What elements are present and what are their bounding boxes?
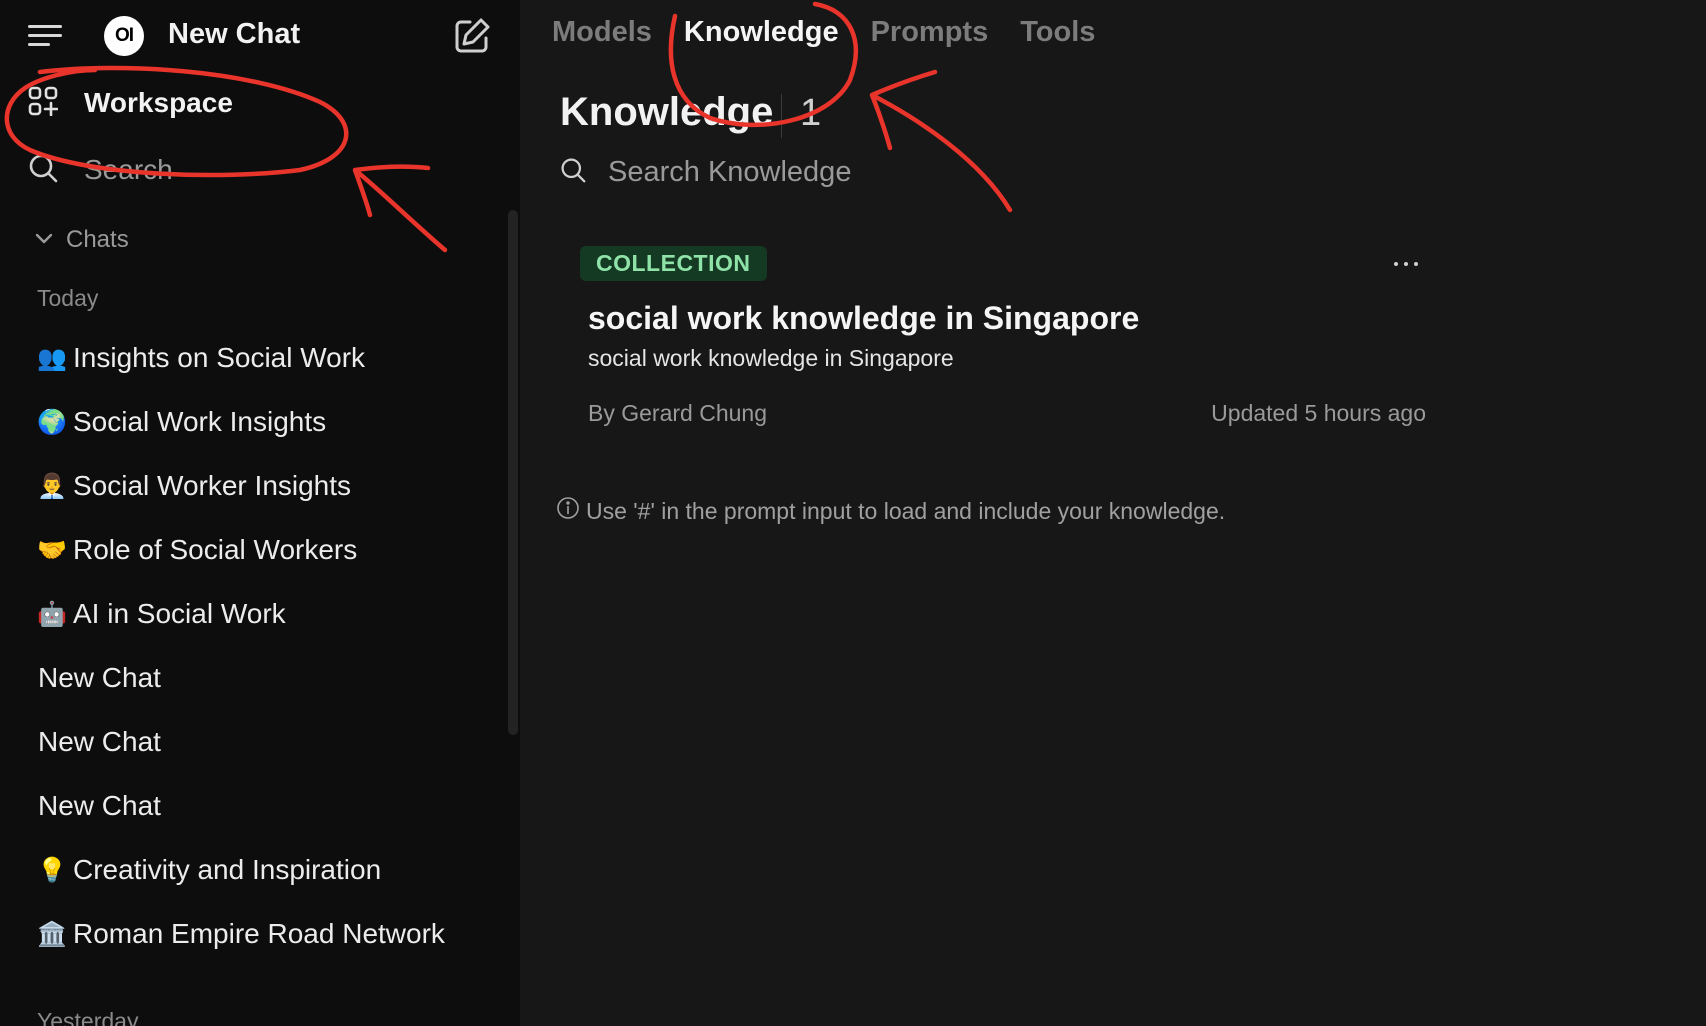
card-title: social work knowledge in Singapore	[588, 300, 1140, 336]
chat-title: Social Worker Insights	[73, 470, 352, 501]
chat-emoji: 🤖	[37, 600, 67, 628]
sidebar-item-label: Search	[84, 154, 173, 185]
chat-emoji: 👨‍💼	[37, 472, 67, 500]
sidebar-item-label: Workspace	[84, 87, 233, 118]
chat-emoji: 👥	[37, 344, 67, 372]
sidebar-scrollbar[interactable]	[508, 210, 518, 735]
chats-section-label: Chats	[66, 226, 129, 253]
card-author: By Gerard Chung	[588, 400, 767, 426]
chat-item[interactable]: New Chat	[38, 717, 161, 767]
search-icon	[28, 153, 58, 188]
new-chat-title[interactable]: New Chat	[168, 18, 300, 51]
edit-icon[interactable]	[452, 16, 492, 56]
chat-emoji: 🏛️	[37, 920, 67, 948]
chat-title: New Chat	[38, 726, 161, 757]
workspace-main: Models Knowledge Prompts Tools Knowledge…	[520, 0, 1706, 1026]
grid-plus-icon	[28, 86, 59, 121]
chat-emoji: 🌍	[37, 408, 67, 436]
card-updated: Updated 5 hours ago	[1211, 400, 1426, 426]
group-label-yesterday: Yesterday	[37, 1008, 139, 1026]
chat-title: Creativity and Inspiration	[73, 854, 382, 885]
knowledge-search	[560, 156, 1328, 189]
app-window: OI New Chat Workspace Search Chats Today…	[0, 0, 1706, 1026]
chat-title: Insights on Social Work	[73, 342, 366, 373]
chats-section-toggle[interactable]: Chats	[34, 226, 129, 254]
chat-item[interactable]: 👥 Insights on Social Work	[37, 333, 365, 383]
sidebar: OI New Chat Workspace Search Chats Today…	[0, 0, 520, 1026]
tab-prompts[interactable]: Prompts	[871, 16, 989, 49]
chat-item[interactable]: New Chat	[38, 781, 161, 831]
group-label-today: Today	[37, 285, 99, 311]
menu-icon[interactable]	[28, 22, 62, 50]
chat-emoji: 🤝	[37, 536, 67, 564]
chat-title: New Chat	[38, 790, 161, 821]
chat-item[interactable]: 👨‍💼 Social Worker Insights	[37, 461, 351, 511]
chat-item[interactable]: 💡 Creativity and Inspiration	[37, 845, 381, 895]
tab-knowledge[interactable]: Knowledge	[684, 16, 839, 49]
chat-emoji: 💡	[37, 856, 67, 884]
chevron-down-icon	[34, 231, 54, 250]
sidebar-item-search[interactable]: Search	[28, 145, 173, 195]
knowledge-hint: Use '#' in the prompt input to load and …	[556, 496, 1225, 526]
sidebar-item-workspace[interactable]: Workspace	[28, 78, 233, 128]
chat-item[interactable]: 🤖 AI in Social Work	[37, 589, 286, 639]
chat-title: AI in Social Work	[73, 598, 286, 629]
card-description: social work knowledge in Singapore	[588, 345, 954, 371]
tab-tools[interactable]: Tools	[1020, 16, 1095, 49]
chat-title: Social Work Insights	[73, 406, 327, 437]
search-input[interactable]	[608, 156, 1328, 189]
chat-item[interactable]: New Chat	[38, 653, 161, 703]
app-logo: OI	[104, 16, 144, 56]
chat-item[interactable]: 🤝 Role of Social Workers	[37, 525, 357, 575]
title-divider	[781, 94, 782, 138]
collection-badge: COLLECTION	[580, 246, 767, 281]
search-icon	[560, 157, 586, 188]
chat-title: Roman Empire Road Network	[73, 918, 445, 949]
knowledge-card[interactable]: COLLECTION social work knowledge in Sing…	[580, 240, 1430, 440]
chat-item[interactable]: 🌍 Social Work Insights	[37, 397, 326, 447]
chat-title: New Chat	[38, 662, 161, 693]
knowledge-count: 1	[800, 92, 822, 134]
chat-item[interactable]: 🏛️ Roman Empire Road Network	[37, 909, 445, 959]
sidebar-header: OI New Chat	[0, 0, 520, 72]
info-icon	[556, 496, 580, 526]
tab-models[interactable]: Models	[552, 16, 652, 49]
workspace-tabs: Models Knowledge Prompts Tools	[552, 16, 1127, 49]
more-dots-icon[interactable]	[1386, 252, 1426, 276]
chat-title: Role of Social Workers	[73, 534, 358, 565]
hint-text: Use '#' in the prompt input to load and …	[586, 497, 1226, 524]
page-title: Knowledge	[560, 90, 774, 134]
